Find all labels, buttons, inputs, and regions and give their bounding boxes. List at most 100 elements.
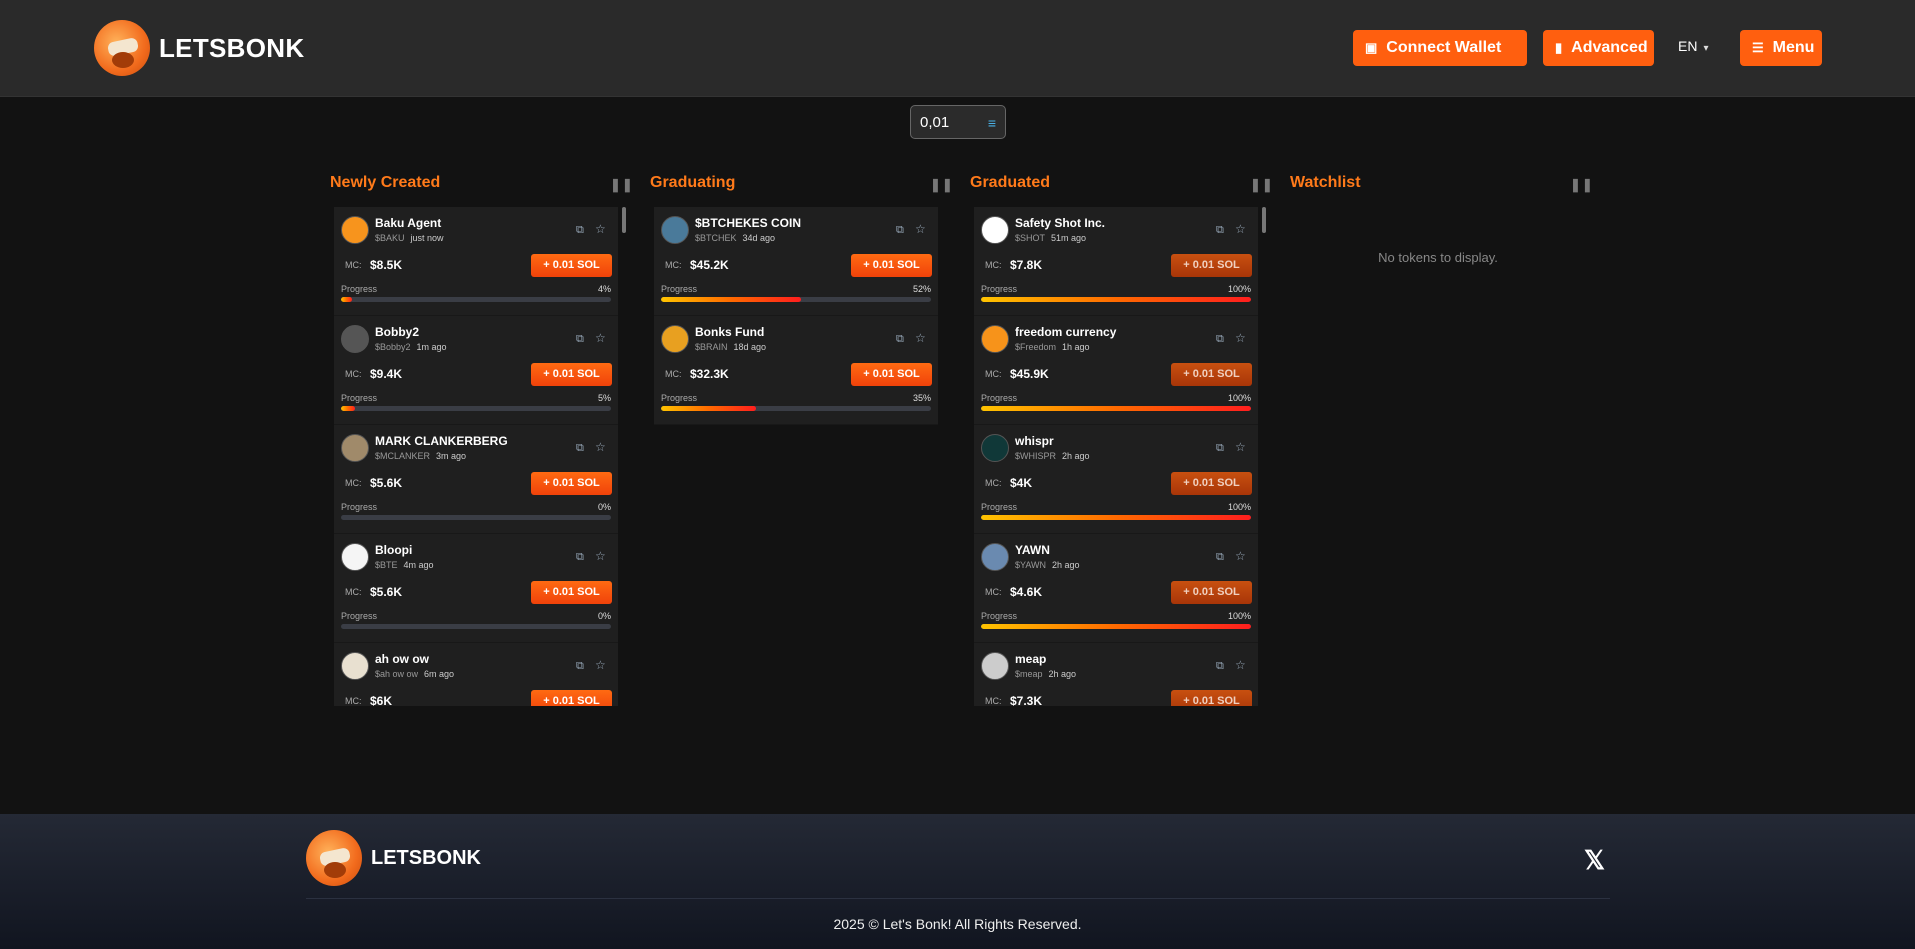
token-card[interactable]: ah ow ow $ah ow ow 6m ago ⧉ ☆ MC: $6K + 0.01 SO… (334, 643, 618, 706)
quick-buy-button[interactable]: + 0.01 SOL (851, 254, 932, 277)
external-link-icon[interactable]: ⧉ (1216, 442, 1224, 455)
token-name[interactable]: YAWN (1015, 543, 1050, 557)
star-icon[interactable]: ☆ (595, 440, 606, 454)
token-avatar[interactable] (981, 434, 1009, 462)
external-link-icon[interactable]: ⧉ (1216, 551, 1224, 564)
token-card[interactable]: MARK CLANKERBERG $MCLANKER 3m ago ⧉ ☆ MC: $5.6… (334, 425, 618, 534)
connect-wallet-label: Connect Wallet (1386, 39, 1502, 56)
quick-buy-button[interactable]: + 0.01 SOL (531, 363, 612, 386)
token-card[interactable]: freedom currency $Freedom 1h ago ⧉ ☆ MC: $45.9… (974, 316, 1258, 425)
token-name[interactable]: Bobby2 (375, 325, 419, 339)
token-avatar[interactable] (661, 325, 689, 353)
settings-lines-icon[interactable]: ≡ (988, 115, 996, 131)
token-avatar[interactable] (341, 434, 369, 462)
token-card[interactable]: Baku Agent $BAKU just now ⧉ ☆ MC: $8.5K + 0.01 … (334, 207, 618, 316)
token-avatar[interactable] (981, 325, 1009, 353)
token-name[interactable]: meap (1015, 652, 1046, 666)
star-icon[interactable]: ☆ (1235, 331, 1246, 345)
advanced-button[interactable]: ▮ Advanced (1543, 30, 1654, 66)
token-name[interactable]: ah ow ow (375, 652, 429, 666)
external-link-icon[interactable]: ⧉ (1216, 224, 1224, 237)
progress-bar (981, 297, 1251, 302)
token-card[interactable]: Safety Shot Inc. $SHOT 51m ago ⧉ ☆ MC: $7.8K + … (974, 207, 1258, 316)
star-icon[interactable]: ☆ (1235, 549, 1246, 563)
token-card[interactable]: whispr $WHISPR 2h ago ⧉ ☆ MC: $4K + 0.01 SOL Pro… (974, 425, 1258, 534)
quick-buy-button[interactable]: + 0.01 SOL (1171, 254, 1252, 277)
token-name[interactable]: Safety Shot Inc. (1015, 216, 1105, 230)
token-meta: $BTCHEK 34d ago (695, 233, 775, 243)
graduating-list[interactable]: $BTCHEKES COIN $BTCHEK 34d ago ⧉ ☆ MC: $45.2K +… (654, 207, 938, 425)
token-card[interactable]: Bonks Fund $BRAIN 18d ago ⧉ ☆ MC: $32.3K + 0.01… (654, 316, 938, 425)
token-card[interactable]: $BTCHEKES COIN $BTCHEK 34d ago ⧉ ☆ MC: $45.2K +… (654, 207, 938, 316)
external-link-icon[interactable]: ⧉ (896, 224, 904, 237)
token-name[interactable]: $BTCHEKES COIN (695, 216, 801, 230)
pause-icon[interactable]: ❚❚ (1250, 177, 1274, 193)
market-cap-value: $5.6K (370, 476, 403, 490)
star-icon[interactable]: ☆ (595, 331, 606, 345)
token-name[interactable]: MARK CLANKERBERG (375, 434, 508, 448)
external-link-icon[interactable]: ⧉ (576, 224, 584, 237)
scrollbar[interactable] (622, 207, 626, 233)
token-name[interactable]: Baku Agent (375, 216, 441, 230)
brand-link[interactable]: LETSBONK (94, 20, 304, 76)
quick-buy-button[interactable]: + 0.01 SOL (1171, 690, 1252, 706)
quick-buy-button[interactable]: + 0.01 SOL (1171, 363, 1252, 386)
star-icon[interactable]: ☆ (595, 658, 606, 672)
star-icon[interactable]: ☆ (1235, 658, 1246, 672)
token-name[interactable]: Bonks Fund (695, 325, 764, 339)
external-link-icon[interactable]: ⧉ (1216, 333, 1224, 346)
external-link-icon[interactable]: ⧉ (1216, 660, 1224, 673)
token-avatar[interactable] (341, 543, 369, 571)
external-link-icon[interactable]: ⧉ (896, 333, 904, 346)
brand-name: LETSBONK (159, 32, 305, 63)
x-twitter-icon[interactable]: 𝕏 (1584, 845, 1605, 876)
token-avatar[interactable] (981, 216, 1009, 244)
quick-buy-button[interactable]: + 0.01 SOL (531, 581, 612, 604)
quick-buy-button[interactable]: + 0.01 SOL (1171, 581, 1252, 604)
token-card[interactable]: Bloopi $BTE 4m ago ⧉ ☆ MC: $5.6K + 0.01 SOL Prog… (334, 534, 618, 643)
pause-icon[interactable]: ❚❚ (610, 177, 634, 193)
buy-amount-input[interactable]: 0,01 ≡ (910, 105, 1006, 139)
graduated-list[interactable]: Safety Shot Inc. $SHOT 51m ago ⧉ ☆ MC: $7.8K + … (974, 207, 1258, 706)
token-avatar[interactable] (341, 652, 369, 680)
token-ticker: $meap (1015, 669, 1043, 679)
token-card[interactable]: Bobby2 $Bobby2 1m ago ⧉ ☆ MC: $9.4K + 0.01 SOL P… (334, 316, 618, 425)
external-link-icon[interactable]: ⧉ (576, 660, 584, 673)
token-avatar[interactable] (981, 652, 1009, 680)
quick-buy-button[interactable]: + 0.01 SOL (531, 472, 612, 495)
token-card[interactable]: meap$meap2h ago⧉☆MC:$7.3K+ 0.01 SOLProgr… (974, 643, 1258, 706)
pause-icon[interactable]: ❚❚ (930, 177, 954, 193)
market-cap-label: MC: (345, 260, 362, 270)
quick-buy-button[interactable]: + 0.01 SOL (1171, 472, 1252, 495)
market-cap-value: $6K (370, 694, 393, 706)
menu-button[interactable]: ☰ Menu (1740, 30, 1822, 66)
language-select[interactable]: EN ▾ (1678, 38, 1708, 54)
newly-created-list[interactable]: Baku Agent $BAKU just now ⧉ ☆ MC: $8.5K + 0.01 … (334, 207, 618, 706)
footer-brand[interactable]: LETSBONK (306, 830, 481, 886)
star-icon[interactable]: ☆ (1235, 222, 1246, 236)
external-link-icon[interactable]: ⧉ (576, 442, 584, 455)
star-icon[interactable]: ☆ (915, 331, 926, 345)
connect-wallet-button[interactable]: ▣ Connect Wallet (1353, 30, 1527, 66)
token-avatar[interactable] (661, 216, 689, 244)
token-card[interactable]: YAWN $YAWN 2h ago ⧉ ☆ MC: $4.6K + 0.01 SOL Progr… (974, 534, 1258, 643)
pause-icon[interactable]: ❚❚ (1570, 177, 1594, 193)
token-name[interactable]: Bloopi (375, 543, 412, 557)
token-age: 2h ago (1052, 560, 1080, 570)
progress-bar (981, 624, 1251, 629)
quick-buy-button[interactable]: + 0.01 SOL (531, 254, 612, 277)
external-link-icon[interactable]: ⧉ (576, 333, 584, 346)
external-link-icon[interactable]: ⧉ (576, 551, 584, 564)
token-name[interactable]: whispr (1015, 434, 1054, 448)
token-avatar[interactable] (341, 325, 369, 353)
token-avatar[interactable] (341, 216, 369, 244)
star-icon[interactable]: ☆ (595, 222, 606, 236)
quick-buy-button[interactable]: + 0.01 SOL (851, 363, 932, 386)
star-icon[interactable]: ☆ (595, 549, 606, 563)
star-icon[interactable]: ☆ (1235, 440, 1246, 454)
token-avatar[interactable] (981, 543, 1009, 571)
token-name[interactable]: freedom currency (1015, 325, 1116, 339)
scrollbar[interactable] (1262, 207, 1266, 233)
quick-buy-button[interactable]: + 0.01 SOL (531, 690, 612, 706)
star-icon[interactable]: ☆ (915, 222, 926, 236)
